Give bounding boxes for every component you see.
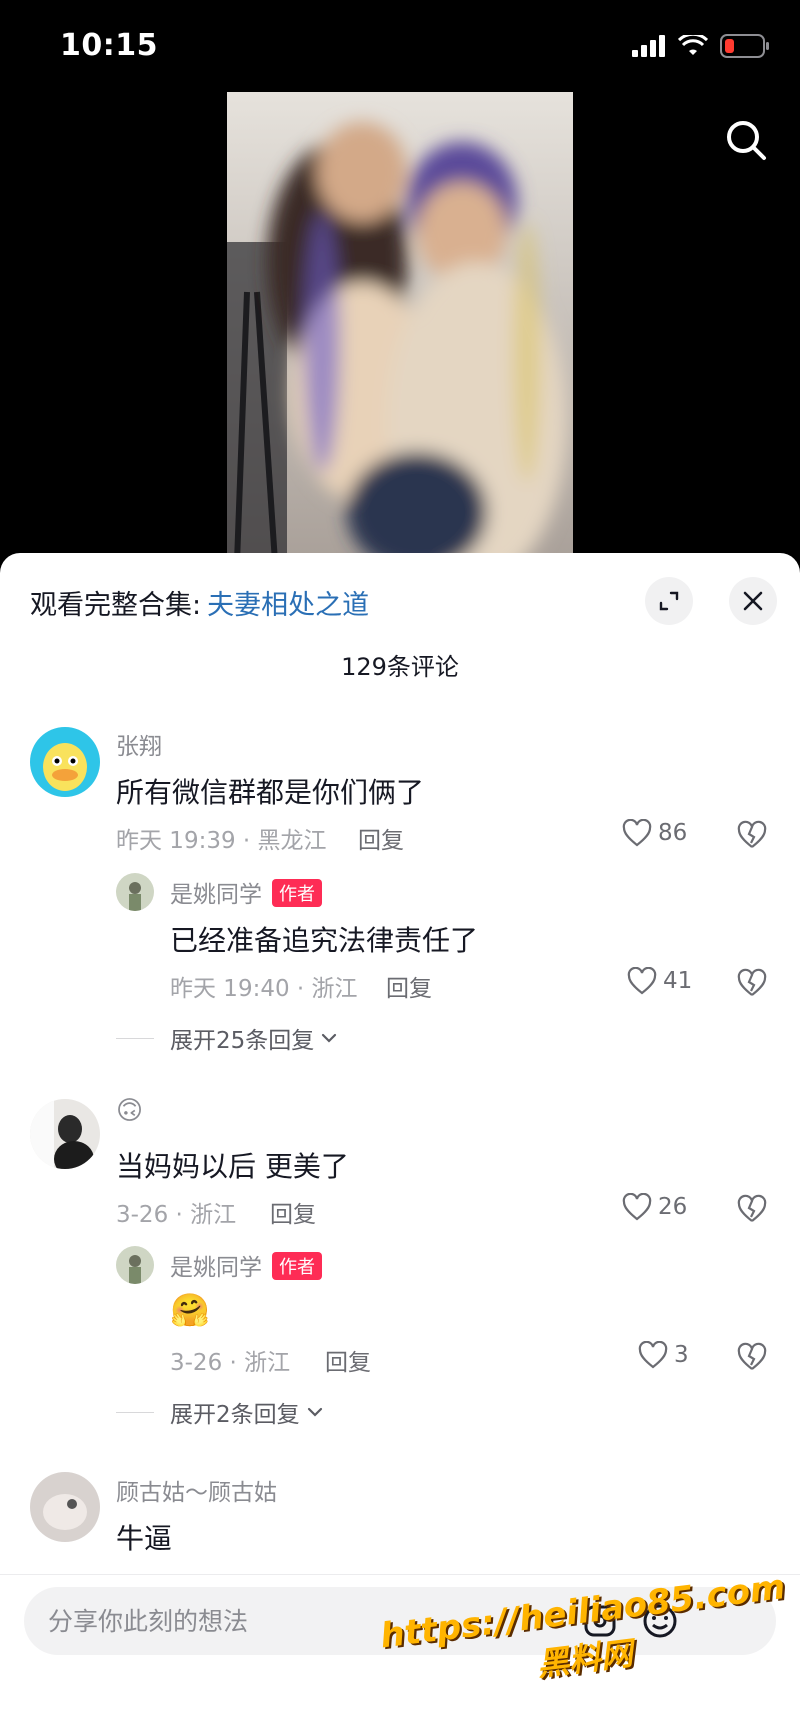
status-time: 10:15	[60, 28, 158, 63]
like-count: 41	[663, 968, 693, 994]
expand-icon	[659, 591, 679, 611]
broken-heart-icon[interactable]	[736, 967, 768, 999]
broken-heart-icon[interactable]	[736, 1193, 768, 1225]
reply-username[interactable]: 是姚同学 作者	[170, 1248, 322, 1282]
like-button[interactable]: 3	[638, 1341, 689, 1369]
comment-text: 所有微信群都是你们俩了	[116, 776, 425, 809]
comment-username[interactable]: 🙃	[116, 1096, 143, 1126]
reply-button[interactable]: 回复	[386, 969, 432, 1003]
reply-button[interactable]: 回复	[325, 1343, 371, 1377]
reply-button[interactable]: 回复	[358, 821, 404, 855]
video-frame[interactable]	[227, 92, 573, 562]
close-icon	[743, 591, 763, 611]
broken-heart-icon[interactable]	[736, 1341, 768, 1373]
like-button[interactable]: 41	[627, 967, 692, 995]
user-avatar	[30, 1099, 100, 1169]
expand-replies-button[interactable]: 展开25条回复	[116, 1021, 340, 1055]
status-icons	[632, 34, 770, 58]
reply-text: 已经准备追究法律责任了	[170, 924, 479, 957]
author-badge: 作者	[272, 1252, 322, 1280]
chevron-down-icon	[307, 1407, 322, 1417]
comment-meta: 昨天 19:39 · 黑龙江	[116, 828, 327, 854]
comment-username[interactable]: 张翔	[116, 727, 162, 761]
expand-replies-label: 展开25条回复	[170, 1028, 315, 1054]
wifi-icon	[678, 35, 708, 55]
search-icon	[727, 121, 766, 160]
comment-count: 129条评论	[341, 653, 459, 681]
status-bar: 10:15	[0, 0, 800, 92]
divider-line	[116, 1037, 154, 1039]
comment-sheet: 观看完整合集: 夫妻相处之道 129条评论 张翔 所有微信群都是你们俩了 昨天 1…	[0, 553, 800, 1733]
search-button[interactable]	[716, 110, 776, 170]
avatar[interactable]	[30, 1472, 100, 1542]
reply-username-text: 是姚同学	[170, 882, 262, 908]
reply-meta: 昨天 19:40 · 浙江	[170, 976, 358, 1002]
avatar[interactable]	[30, 1099, 100, 1169]
author-avatar	[116, 873, 154, 911]
like-count: 3	[674, 1342, 689, 1368]
reply-username[interactable]: 是姚同学 作者	[170, 875, 322, 909]
avatar[interactable]	[30, 727, 100, 797]
user-avatar	[30, 1472, 100, 1542]
chevron-down-icon	[322, 1033, 337, 1043]
broken-heart-icon[interactable]	[736, 819, 768, 851]
comment-username[interactable]: 顾古姑～顾古姑	[116, 1473, 277, 1507]
reply-username-text: 是姚同学	[170, 1255, 262, 1281]
like-count: 86	[658, 820, 688, 846]
expand-replies-button[interactable]: 展开2条回复	[116, 1395, 326, 1429]
like-count: 26	[658, 1194, 688, 1220]
heart-icon	[627, 967, 657, 995]
heart-icon	[638, 1341, 668, 1369]
reply-button[interactable]: 回复	[270, 1195, 316, 1229]
reply-meta: 3-26 · 浙江	[170, 1350, 291, 1376]
signal-icon	[632, 35, 665, 57]
comment-text: 当妈妈以后 更美了	[116, 1150, 349, 1183]
heart-icon	[622, 819, 652, 847]
collection-name[interactable]: 夫妻相处之道	[207, 590, 369, 621]
comment-meta: 3-26 · 浙江	[116, 1202, 237, 1228]
video-player[interactable]	[0, 92, 800, 562]
close-button[interactable]	[729, 577, 777, 625]
comment-text: 牛逼	[116, 1522, 173, 1555]
like-button[interactable]: 86	[622, 819, 687, 847]
author-avatar	[116, 1246, 154, 1284]
author-badge: 作者	[272, 879, 322, 907]
avatar[interactable]	[116, 1246, 154, 1284]
avatar[interactable]	[116, 873, 154, 911]
like-button[interactable]: 26	[622, 1193, 687, 1221]
reply-text: 🤗	[170, 1291, 210, 1329]
collection-link[interactable]: 观看完整合集: 夫妻相处之道	[30, 583, 369, 622]
battery-icon	[720, 34, 769, 58]
expand-button[interactable]	[645, 577, 693, 625]
duck-avatar	[30, 727, 100, 797]
collection-prefix: 观看完整合集:	[30, 590, 202, 621]
divider-line	[116, 1411, 154, 1413]
expand-replies-label: 展开2条回复	[170, 1402, 300, 1428]
video-thumbnail	[227, 92, 573, 562]
heart-icon	[622, 1193, 652, 1221]
